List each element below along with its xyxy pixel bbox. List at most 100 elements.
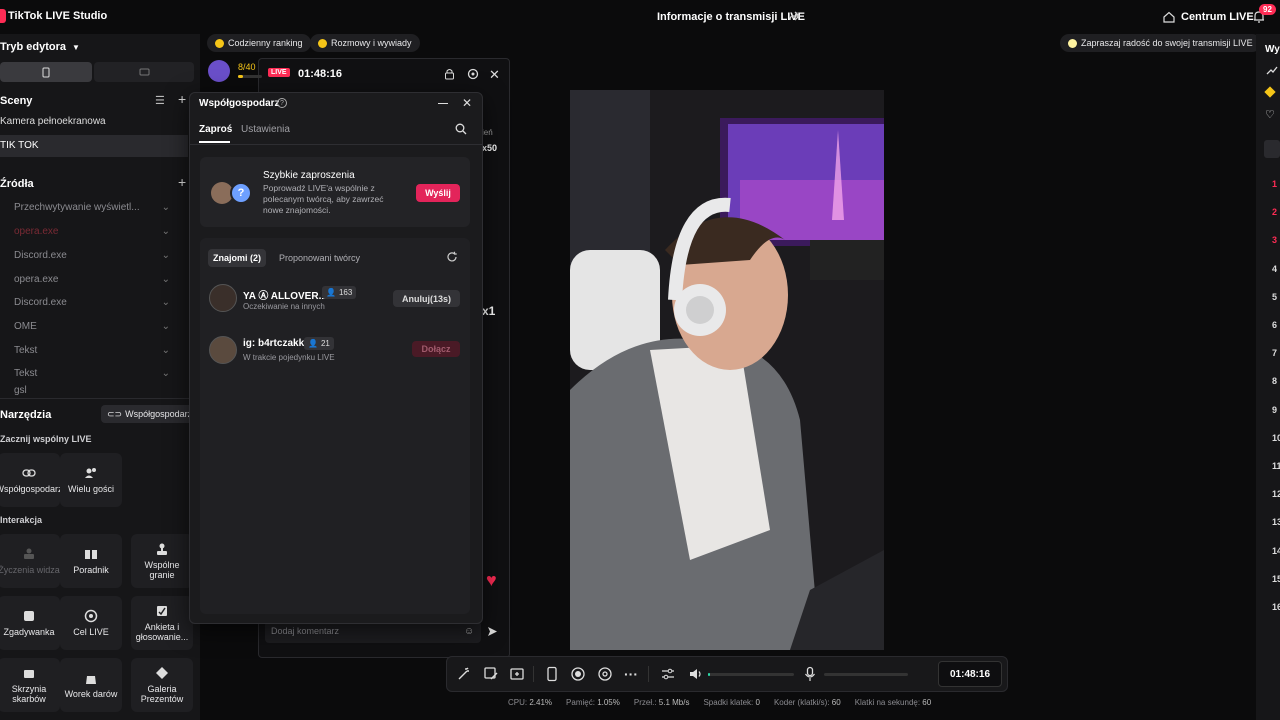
user-icon: 👤 <box>326 288 336 297</box>
refresh-icon[interactable] <box>446 251 458 263</box>
source-item[interactable]: Discord.exe ⌄ <box>0 291 190 313</box>
multi-guest-tool[interactable]: Wielu gości <box>60 453 122 507</box>
source-item[interactable]: gsl <box>0 384 190 396</box>
tab-invite[interactable]: Zaproś <box>199 124 232 135</box>
chevron-down-icon: ⌄ <box>161 201 170 213</box>
tiktok-logo-icon <box>0 9 6 23</box>
heart-icon[interactable]: ♥ <box>486 570 497 591</box>
divider <box>190 144 482 145</box>
viewer-wishes-tool[interactable]: Życzenia widza <box>0 534 60 588</box>
rank-number: 10 <box>1272 432 1280 443</box>
trend-icon[interactable] <box>1266 64 1278 76</box>
friend-status: Oczekiwanie na innych <box>243 302 325 311</box>
source-item[interactable]: Discord.exe ⌄ <box>0 244 190 266</box>
joystick-icon <box>155 542 169 556</box>
stat-dropped-frames: Spadki klatek: 0 <box>703 698 760 707</box>
list-icon[interactable]: ☰ <box>155 94 165 107</box>
rank-number: 15 <box>1272 573 1280 584</box>
replay-icon[interactable] <box>597 666 613 682</box>
magic-wand-icon[interactable] <box>456 666 472 682</box>
wishes-icon <box>22 547 36 561</box>
layout-icon[interactable] <box>509 666 525 682</box>
quiz-icon <box>22 609 36 623</box>
poll-tool[interactable]: Ankieta i głosowanie... <box>131 596 193 650</box>
send-icon[interactable] <box>487 626 498 637</box>
guide-tool[interactable]: Poradnik <box>60 534 122 588</box>
tab-friends[interactable]: Znajomi (2) <box>208 249 267 267</box>
invite-joy-chip[interactable]: Zapraszaj radość do swojej transmisji LI… <box>1060 34 1261 52</box>
help-icon[interactable]: ? <box>277 98 287 108</box>
followers-badge: 👤 163 <box>322 286 357 299</box>
tool-label: Współgospodarz <box>0 484 63 494</box>
tool-label: Skrzynia skarbów <box>11 684 47 704</box>
friend-name: ig: b4rtczakk <box>243 338 305 349</box>
speaker-icon[interactable] <box>688 666 704 682</box>
tools-title: Narzędzia <box>0 409 52 421</box>
source-item[interactable]: Przechwytywanie wyświetl... ⌄ <box>0 196 190 218</box>
rank-number: 5 <box>1272 291 1278 302</box>
editor-mode-dropdown[interactable]: Tryb edytora ▼ <box>0 41 80 53</box>
rank-number: 8 <box>1272 376 1278 387</box>
cohost-shortcut-label: Współgospodarz <box>125 409 193 419</box>
quick-invite-desc: Poprowadź LIVE'a wspólnie z polecanym tw… <box>263 183 384 215</box>
gear-icon[interactable] <box>467 68 479 80</box>
add-scene-icon[interactable]: + <box>178 91 186 107</box>
source-item[interactable]: Tekst ⌄ <box>0 362 190 384</box>
edit-scene-icon[interactable] <box>483 666 499 682</box>
notification-badge: 92 <box>1259 4 1276 15</box>
treasure-chest-tool[interactable]: Skrzynia skarbów <box>0 658 60 712</box>
gift-gallery-tool[interactable]: Galeria Prezentów <box>131 658 193 712</box>
microphone-icon[interactable] <box>802 666 818 682</box>
minimize-icon[interactable] <box>438 103 448 104</box>
live-time: 01:48:16 <box>298 68 343 80</box>
source-item[interactable]: Tekst ⌄ <box>0 339 190 361</box>
share-icon[interactable] <box>788 11 800 23</box>
send-invite-button[interactable]: Wyślij <box>416 184 460 202</box>
add-source-icon[interactable]: + <box>178 174 186 190</box>
heart-outline-icon[interactable]: ♡ <box>1265 108 1275 121</box>
portrait-mode-toggle[interactable] <box>0 62 92 82</box>
cohost-tool[interactable]: Współgospodarz <box>0 453 63 507</box>
daily-ranking-chip[interactable]: Codzienny ranking <box>207 34 311 52</box>
tab-active-indicator <box>199 141 230 143</box>
side-label: x1 <box>482 304 496 318</box>
level-icon <box>208 60 230 82</box>
source-item[interactable]: OME ⌄ <box>0 315 190 337</box>
toolbar-divider <box>648 666 649 682</box>
more-icon[interactable]: ··· <box>624 666 638 682</box>
cancel-invite-button[interactable]: Anuluj(13s) <box>393 290 460 307</box>
stat-cpu: CPU: 2.41% <box>508 698 553 707</box>
scene-item[interactable]: TIK TOK <box>0 140 39 151</box>
phone-icon[interactable] <box>544 666 560 682</box>
emoji-icon[interactable]: ☺ <box>464 626 474 637</box>
lock-icon[interactable] <box>444 68 455 80</box>
source-label: Tekst <box>14 367 38 379</box>
record-icon[interactable] <box>570 666 586 682</box>
guessing-tool[interactable]: Zgadywanka <box>0 596 60 650</box>
search-icon[interactable] <box>455 123 467 135</box>
audio-mixer-icon[interactable] <box>660 666 676 682</box>
live-center-button[interactable]: Centrum LIVE <box>1163 11 1254 23</box>
join-button[interactable]: Dołącz <box>412 341 460 357</box>
play-together-tool[interactable]: Wspólne granie <box>131 534 193 588</box>
tab-settings[interactable]: Ustawienia <box>241 124 290 135</box>
mic-slider[interactable] <box>824 673 908 676</box>
cohost-shortcut-button[interactable]: ⊂⊃ Współgospodarz <box>101 405 199 423</box>
close-icon[interactable]: ✕ <box>489 67 500 83</box>
source-item[interactable]: opera.exe ⌄ <box>0 268 190 290</box>
scene-item[interactable]: Kamera pełnoekranowa <box>0 116 106 127</box>
source-item[interactable]: opera.exe ⌄ <box>0 220 190 242</box>
live-goal-tool[interactable]: Cel LIVE <box>60 596 122 650</box>
talks-chip[interactable]: Rozmowy i wywiady <box>310 34 420 52</box>
landscape-mode-toggle[interactable] <box>94 62 194 82</box>
chevron-down-icon: ⌄ <box>161 225 170 237</box>
gift-bag-tool[interactable]: Worek darów <box>60 658 122 712</box>
popup-title: Współgospodarz <box>199 98 280 109</box>
tab-suggested-creators[interactable]: Proponowani twórcy <box>279 253 360 263</box>
stream-info-title[interactable]: Informacje o transmisji LIVE <box>657 11 805 23</box>
live-badge: LIVE <box>268 68 290 77</box>
user-tab-icon[interactable] <box>1264 140 1280 158</box>
rank-number: 3 <box>1272 235 1278 246</box>
volume-slider[interactable] <box>708 673 794 676</box>
close-icon[interactable]: ✕ <box>462 96 472 110</box>
